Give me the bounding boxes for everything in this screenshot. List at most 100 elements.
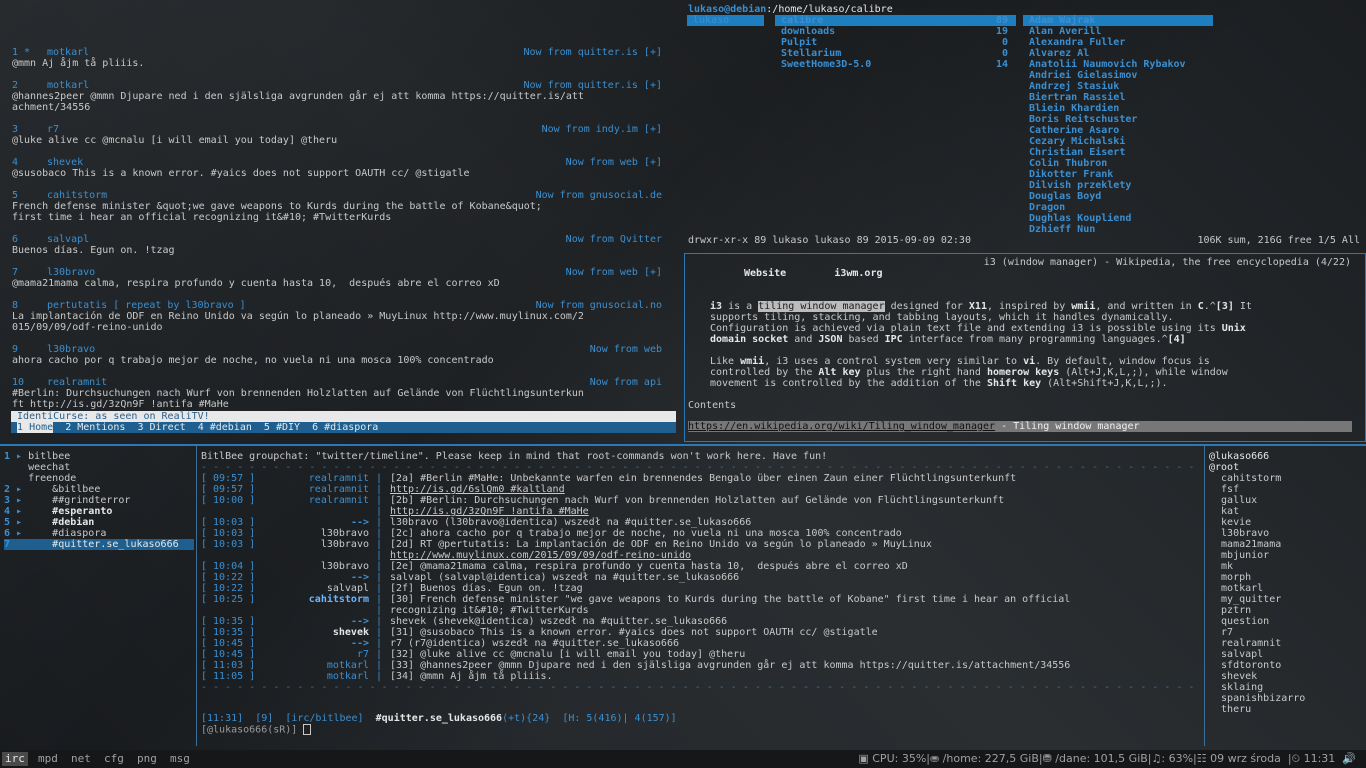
buffer-item[interactable]: 5 ▸ #debian: [4, 517, 194, 528]
tweet[interactable]: 6 salvapl Now from Qvitter Buenos días. Egu…: [12, 234, 676, 256]
article-link[interactable]: tiling window manager: [758, 301, 885, 312]
nick-item[interactable]: kevie: [1209, 517, 1359, 528]
input-line[interactable]: [@lukaso666(sR)]: [201, 724, 312, 736]
nick-item[interactable]: spanishbizarro: [1209, 693, 1359, 704]
tweet[interactable]: 5 cahitstorm Now from gnusocial.de French d…: [12, 190, 676, 223]
dir-item[interactable]: Douglas Boyd: [1023, 191, 1213, 202]
article-link[interactable]: Unix: [1222, 323, 1246, 334]
article-link[interactable]: Alt key: [818, 367, 860, 378]
tweet[interactable]: 2 motkarl Now from quitter.is [+] @hannes2p…: [12, 80, 676, 113]
tab-direct[interactable]: 3 Direct: [137, 422, 185, 433]
hover-url[interactable]: https://en.wikipedia.org/wiki/Tiling_win…: [688, 421, 995, 432]
nick-item[interactable]: salvapl: [1209, 649, 1359, 660]
dir-item[interactable]: Dilvish przeklety: [1023, 180, 1213, 191]
nick-item[interactable]: fsf: [1209, 484, 1359, 495]
buffer-item[interactable]: 7 #quitter.se_lukaso666: [4, 539, 194, 550]
buffer-item[interactable]: weechat: [4, 462, 194, 473]
dir-item[interactable]: Andriei Gielasimov: [1023, 70, 1213, 81]
tab-home[interactable]: 1 Home: [17, 422, 54, 433]
article-link[interactable]: domain socket: [710, 334, 788, 345]
w3m-window[interactable]: i3 (window manager) - Wikipedia, the fre…: [684, 253, 1366, 442]
nick-item[interactable]: mama21mama: [1209, 539, 1359, 550]
nick-item[interactable]: theru: [1209, 704, 1359, 715]
workspace-mpd[interactable]: mpd: [35, 752, 61, 766]
nick-item[interactable]: gallux: [1209, 495, 1359, 506]
nick-item[interactable]: @lukaso666: [1209, 451, 1359, 462]
dir-item[interactable]: SweetHome3D-5.0 14: [775, 59, 1016, 70]
tweet-author[interactable]: motkarl: [47, 80, 89, 91]
dir-item[interactable]: Catherine Asaro: [1023, 125, 1213, 136]
article-link[interactable]: Shift key: [987, 378, 1041, 389]
dir-item[interactable]: Alexandra Fuller: [1023, 37, 1213, 48]
dir-item[interactable]: Anatolii Naumovich Rybakov: [1023, 59, 1213, 70]
dir-item[interactable]: Alan Averill: [1023, 26, 1213, 37]
nick-item[interactable]: @root: [1209, 462, 1359, 473]
tweet-author[interactable]: pertutatis [ repeat by l30bravo ]: [47, 300, 246, 311]
article-link[interactable]: IPC: [885, 334, 903, 345]
nick-item[interactable]: shevek: [1209, 671, 1359, 682]
nick-item[interactable]: cahitstorm: [1209, 473, 1359, 484]
dir-item[interactable]: downloads 19: [775, 26, 1016, 37]
ranger-window[interactable]: lukaso@debian:/home/lukaso/calibre lukas…: [684, 0, 1366, 250]
weechat-window[interactable]: 1 ▸ bitlbee weechat freenode 2 ▸ &bitlbee…: [0, 444, 1366, 752]
tab-diy[interactable]: 5 #DIY: [264, 422, 300, 433]
dir-item[interactable]: Pulpit 0: [775, 37, 1016, 48]
tweet-author[interactable]: realramnit: [47, 377, 107, 388]
tweet-author[interactable]: motkarl: [47, 47, 89, 58]
nick-item[interactable]: mbjunior: [1209, 550, 1359, 561]
article-link[interactable]: wmii: [1071, 301, 1095, 312]
buffer-item[interactable]: 6 ▸ #diaspora: [4, 528, 194, 539]
article-link[interactable]: [4]: [1168, 334, 1186, 345]
tweet[interactable]: 1 * motkarl Now from quitter.is [+] @mmn Aj…: [12, 47, 676, 69]
dir-item[interactable]: Dragon: [1023, 202, 1213, 213]
buffer-item[interactable]: 2 ▸ &bitlbee: [4, 484, 194, 495]
nick-item[interactable]: realramnit: [1209, 638, 1359, 649]
dir-item[interactable]: Bliein Khardien: [1023, 103, 1213, 114]
workspace-cfg[interactable]: cfg: [101, 752, 127, 766]
nick-item[interactable]: question: [1209, 616, 1359, 627]
website-link[interactable]: i3wm.org: [834, 268, 882, 279]
article-link[interactable]: X11: [969, 301, 987, 312]
tweet-author[interactable]: r7: [47, 124, 59, 135]
dir-item[interactable]: Christian Eisert: [1023, 147, 1213, 158]
nick-item[interactable]: my_quitter: [1209, 594, 1359, 605]
dir-item[interactable]: Stellarium 0: [775, 48, 1016, 59]
nick-item[interactable]: morph: [1209, 572, 1359, 583]
dir-item[interactable]: lukaso: [687, 15, 764, 26]
dir-item[interactable]: Dzhieff Nun: [1023, 224, 1213, 235]
tweet[interactable]: 7 l30bravo Now from web [+] @mama21mama cal…: [12, 267, 676, 289]
nick-item[interactable]: sklaing: [1209, 682, 1359, 693]
tweet[interactable]: 3 r7 Now from indy.im [+] @luke alive cc @m…: [12, 124, 676, 146]
identicurse-window[interactable]: 1 * motkarl Now from quitter.is [+] @mmn Aj…: [0, 0, 682, 442]
article-link[interactable]: homerow keys: [987, 367, 1059, 378]
dir-item[interactable]: Boris Reitschuster: [1023, 114, 1213, 125]
article-link[interactable]: vi: [1023, 356, 1035, 367]
tweet[interactable]: 10 realramnit Now from api #Berlin: Durchsu…: [12, 377, 676, 410]
dir-item[interactable]: Colin Thubron: [1023, 158, 1213, 169]
buffer-item[interactable]: freenode: [4, 473, 194, 484]
tweet-author[interactable]: shevek: [47, 157, 83, 168]
workspace-msg[interactable]: msg: [167, 752, 193, 766]
tweet[interactable]: 9 l30bravo Now from web ahora cacho por q t…: [12, 344, 676, 366]
dir-item[interactable]: Adam Wajrak: [1023, 15, 1213, 26]
tab-debian[interactable]: 4 #debian: [198, 422, 252, 433]
tweet-author[interactable]: l30bravo: [47, 267, 95, 278]
tab-mentions[interactable]: 2 Mentions: [65, 422, 125, 433]
nick-item[interactable]: motkarl: [1209, 583, 1359, 594]
dir-item[interactable]: Dughlas Koupliend: [1023, 213, 1213, 224]
dir-item[interactable]: Biertran Rassiel: [1023, 92, 1213, 103]
workspace-irc[interactable]: irc: [2, 752, 28, 766]
dir-item[interactable]: Andrzej Stasiuk: [1023, 81, 1213, 92]
article-link[interactable]: wmii: [740, 356, 764, 367]
tweet-author[interactable]: l30bravo: [47, 344, 95, 355]
nick-item[interactable]: l30bravo: [1209, 528, 1359, 539]
dir-item[interactable]: Alvarez Al: [1023, 48, 1213, 59]
workspace-png[interactable]: png: [134, 752, 160, 766]
dir-item[interactable]: Dikotter Frank: [1023, 169, 1213, 180]
tab-diaspora[interactable]: 6 #diaspora: [312, 422, 378, 433]
buffer-item[interactable]: 1 ▸ bitlbee: [4, 451, 194, 462]
nick-item[interactable]: mk: [1209, 561, 1359, 572]
article-link[interactable]: JSON: [818, 334, 842, 345]
dir-item[interactable]: Cezary Michalski: [1023, 136, 1213, 147]
nick-item[interactable]: kat: [1209, 506, 1359, 517]
